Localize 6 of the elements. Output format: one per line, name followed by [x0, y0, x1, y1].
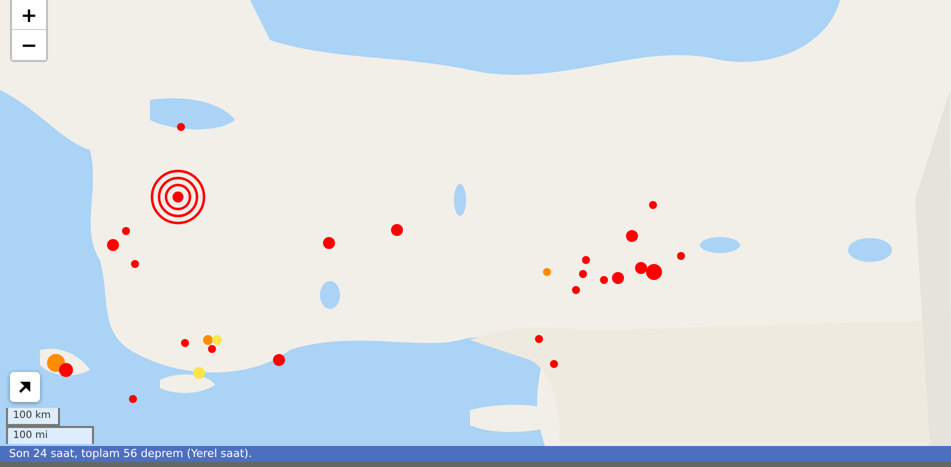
- fullscreen-button[interactable]: [10, 372, 40, 402]
- scale-bar: 100 km: [6, 408, 60, 426]
- arrow-icon: [18, 380, 32, 394]
- scale-bar: 100 mi: [6, 426, 94, 444]
- latest-quake-marker[interactable]: [150, 169, 206, 225]
- status-text: Son 24 saat, toplam 56 deprem (Yerel saat).: [9, 447, 252, 460]
